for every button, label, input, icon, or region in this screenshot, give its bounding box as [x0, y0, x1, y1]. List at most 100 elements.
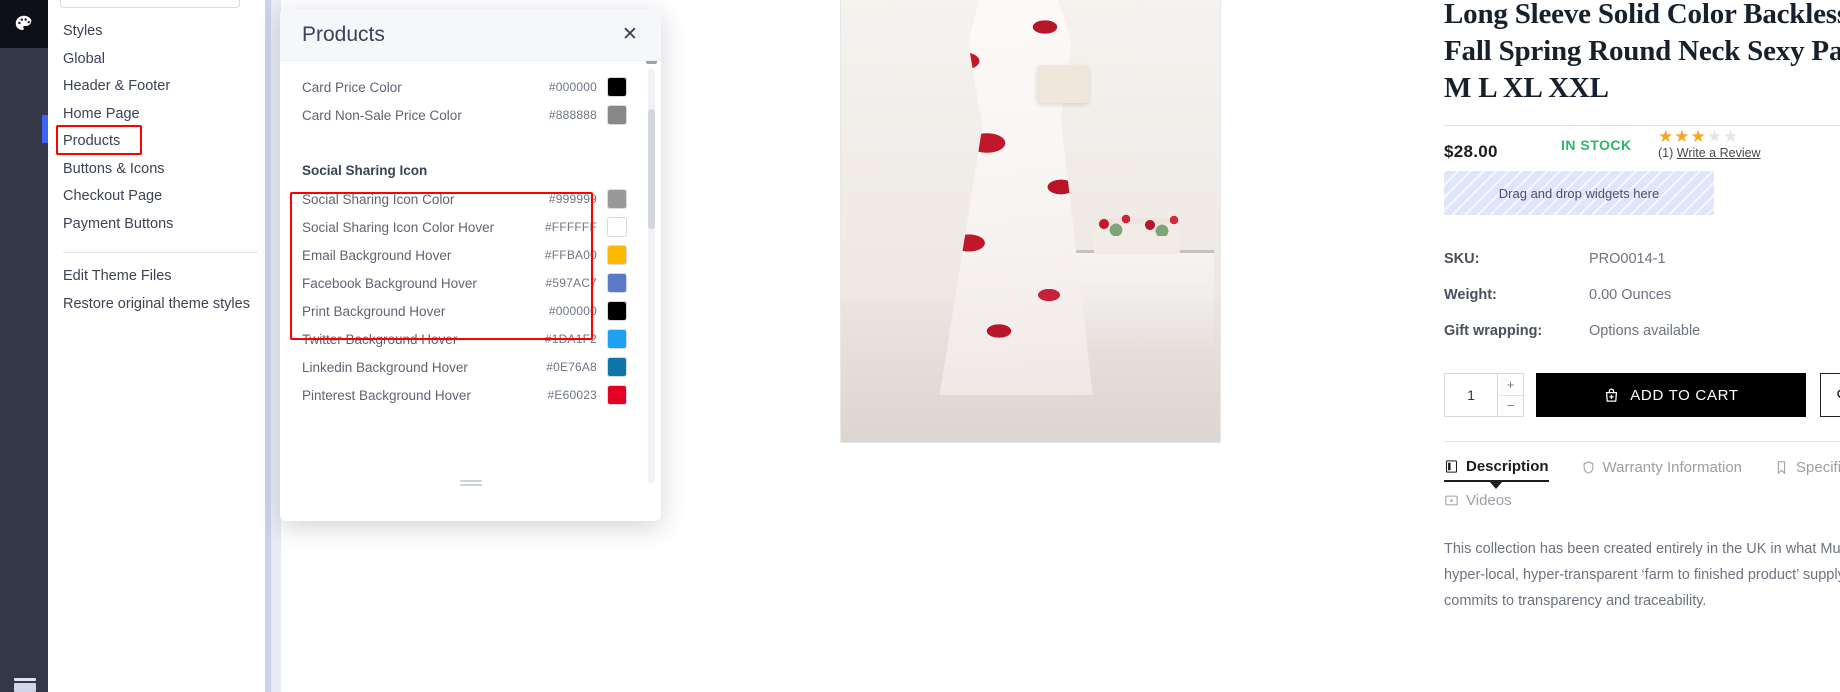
menu-top-field[interactable]: [60, 0, 240, 8]
spec-value: Options available: [1589, 323, 1701, 339]
close-icon[interactable]: ✕: [619, 24, 641, 46]
rating-line: (1) Write a Review: [1658, 146, 1808, 160]
setting-row-pinterest-background-hover[interactable]: Pinterest Background Hover #E60023: [280, 381, 661, 409]
purchase-bar: 1 + − ADD TO CART: [1444, 373, 1840, 417]
video-icon: [1445, 495, 1458, 506]
setting-label: Social Sharing Icon Color Hover: [302, 219, 495, 235]
menu-divider: [63, 252, 258, 253]
setting-value: #000000: [548, 304, 597, 318]
spec-value: 0.00 Ounces: [1589, 287, 1672, 303]
star-icon: ★: [1706, 127, 1722, 146]
setting-row-email-background-hover[interactable]: Email Background Hover #FFBA00: [280, 241, 661, 269]
app-root: Styles Global Header & Footer Home Page …: [0, 0, 1840, 692]
add-to-cart-label: ADD TO CART: [1630, 386, 1739, 404]
menu-label: Header & Footer: [63, 78, 171, 94]
setting-row-card-price-color[interactable]: Card Price Color #000000: [280, 73, 661, 101]
star-icon: ★: [1690, 127, 1706, 146]
tab-label: Warranty Information: [1602, 459, 1743, 476]
menu-label: Buttons & Icons: [63, 160, 165, 177]
preview-scrollbar[interactable]: [265, 0, 271, 692]
sidebar-item-checkout-page[interactable]: Checkout Page: [48, 183, 273, 211]
product-details: Long Sleeve Solid Color Backless Sequins…: [1444, 0, 1840, 692]
color-swatch[interactable]: [607, 385, 627, 405]
color-swatch[interactable]: [607, 217, 627, 237]
wishlist-button[interactable]: [1820, 373, 1840, 417]
write-review-link[interactable]: Write a Review: [1677, 146, 1761, 160]
panel-scrollbar-thumb[interactable]: [648, 109, 655, 229]
tab-description[interactable]: Description: [1444, 458, 1549, 482]
spec-row: Weight: 0.00 Ounces: [1444, 277, 1840, 313]
page-title: Long Sleeve Solid Color Backless Sequins…: [1444, 0, 1840, 104]
setting-row-twitter-background-hover[interactable]: Twitter Background Hover #1DA1F2: [280, 325, 661, 353]
panel-toggle-icon[interactable]: [14, 678, 36, 692]
quantity-decrease-button[interactable]: −: [1498, 396, 1523, 417]
tab-specifications[interactable]: Specifications: [1774, 458, 1840, 482]
color-swatch[interactable]: [607, 273, 627, 293]
color-swatch[interactable]: [607, 245, 627, 265]
heart-icon: [1836, 389, 1840, 399]
setting-row-social-sharing-icon-color[interactable]: Social Sharing Icon Color #999999: [280, 185, 661, 213]
add-to-cart-button[interactable]: ADD TO CART: [1536, 373, 1806, 417]
tab-videos[interactable]: Videos: [1444, 492, 1512, 514]
theme-menu: Styles Global Header & Footer Home Page …: [48, 0, 273, 692]
sidebar-item-products[interactable]: Products: [48, 125, 273, 156]
sidebar-item-restore-theme-styles[interactable]: Restore original theme styles: [48, 291, 273, 319]
setting-value: #000000: [548, 80, 597, 94]
setting-row-card-non-sale-price-color[interactable]: Card Non-Sale Price Color #888888: [280, 101, 661, 129]
setting-label: Email Background Hover: [302, 247, 452, 263]
review-count: (1): [1658, 146, 1674, 160]
sidebar-item-home-page[interactable]: Home Page: [48, 101, 273, 129]
tab-label: Description: [1466, 458, 1549, 475]
panel-scroll-cap: [646, 61, 657, 64]
setting-value: #FFFFFF: [544, 220, 597, 234]
panel-body: Card Price Color #000000 Card Non-Sale P…: [280, 61, 661, 496]
setting-row-linkedin-background-hover[interactable]: Linkedin Background Hover #0E76A8: [280, 353, 661, 381]
left-rail: [0, 0, 48, 692]
color-swatch[interactable]: [607, 357, 627, 377]
setting-value: #888888: [548, 108, 597, 122]
setting-label: Print Background Hover: [302, 303, 446, 319]
product-specs: SKU: PRO0014-1 Weight: 0.00 Ounces Gift …: [1444, 241, 1840, 349]
color-swatch[interactable]: [607, 77, 627, 97]
color-swatch[interactable]: [607, 189, 627, 209]
sidebar-item-edit-theme-files[interactable]: Edit Theme Files: [48, 263, 273, 291]
panel-resize-handle[interactable]: [280, 470, 661, 496]
setting-group-title-social-sharing-icon: Social Sharing Icon: [302, 162, 428, 178]
sidebar-item-styles[interactable]: Styles: [48, 18, 273, 46]
setting-value: #E60023: [547, 388, 597, 402]
spec-row: Gift wrapping: Options available: [1444, 313, 1840, 349]
status-badge: IN STOCK: [1561, 137, 1632, 153]
document-icon: [1445, 460, 1458, 473]
setting-label: Facebook Background Hover: [302, 275, 477, 291]
rating-stars: ★ ★ ★ ★ ★: [1658, 128, 1808, 145]
spec-key: Gift wrapping:: [1444, 323, 1543, 339]
panel-header: Products ✕: [280, 9, 661, 61]
menu-label: Home Page: [63, 105, 140, 122]
sidebar-item-payment-buttons[interactable]: Payment Buttons: [48, 211, 273, 239]
setting-label: Card Price Color: [302, 79, 402, 95]
sidebar-item-buttons-icons[interactable]: Buttons & Icons: [48, 156, 273, 184]
setting-row-facebook-background-hover[interactable]: Facebook Background Hover #597AC7: [280, 269, 661, 297]
product-image[interactable]: [840, 0, 1221, 443]
menu-label: Edit Theme Files: [63, 268, 172, 284]
sidebar-item-global[interactable]: Global: [48, 46, 273, 74]
quantity-input[interactable]: 1: [1444, 373, 1498, 417]
quantity-increase-button[interactable]: +: [1498, 374, 1523, 396]
bookmark-icon: [1777, 461, 1786, 475]
setting-value: #0E76A8: [546, 360, 597, 374]
products-settings-panel: Products ✕ Card Price Color #000000 Card…: [280, 9, 661, 521]
sidebar-item-header-footer[interactable]: Header & Footer: [48, 73, 273, 101]
palette-icon: [15, 15, 32, 30]
bag-plus-icon: [1606, 388, 1618, 402]
widget-dropzone[interactable]: Drag and drop widgets here: [1444, 171, 1714, 215]
theme-editor-logo[interactable]: [0, 0, 48, 48]
setting-row-print-background-hover[interactable]: Print Background Hover #000000: [280, 297, 661, 325]
tab-warranty-information[interactable]: Warranty Information: [1581, 458, 1743, 482]
menu-label: Styles: [63, 23, 103, 39]
product-tabs: Description Warranty Information Specifi…: [1444, 458, 1840, 514]
color-swatch[interactable]: [607, 105, 627, 125]
color-swatch[interactable]: [607, 329, 627, 349]
divider: [1444, 125, 1840, 126]
color-swatch[interactable]: [607, 301, 627, 321]
setting-row-social-sharing-icon-color-hover[interactable]: Social Sharing Icon Color Hover #FFFFFF: [280, 213, 661, 241]
